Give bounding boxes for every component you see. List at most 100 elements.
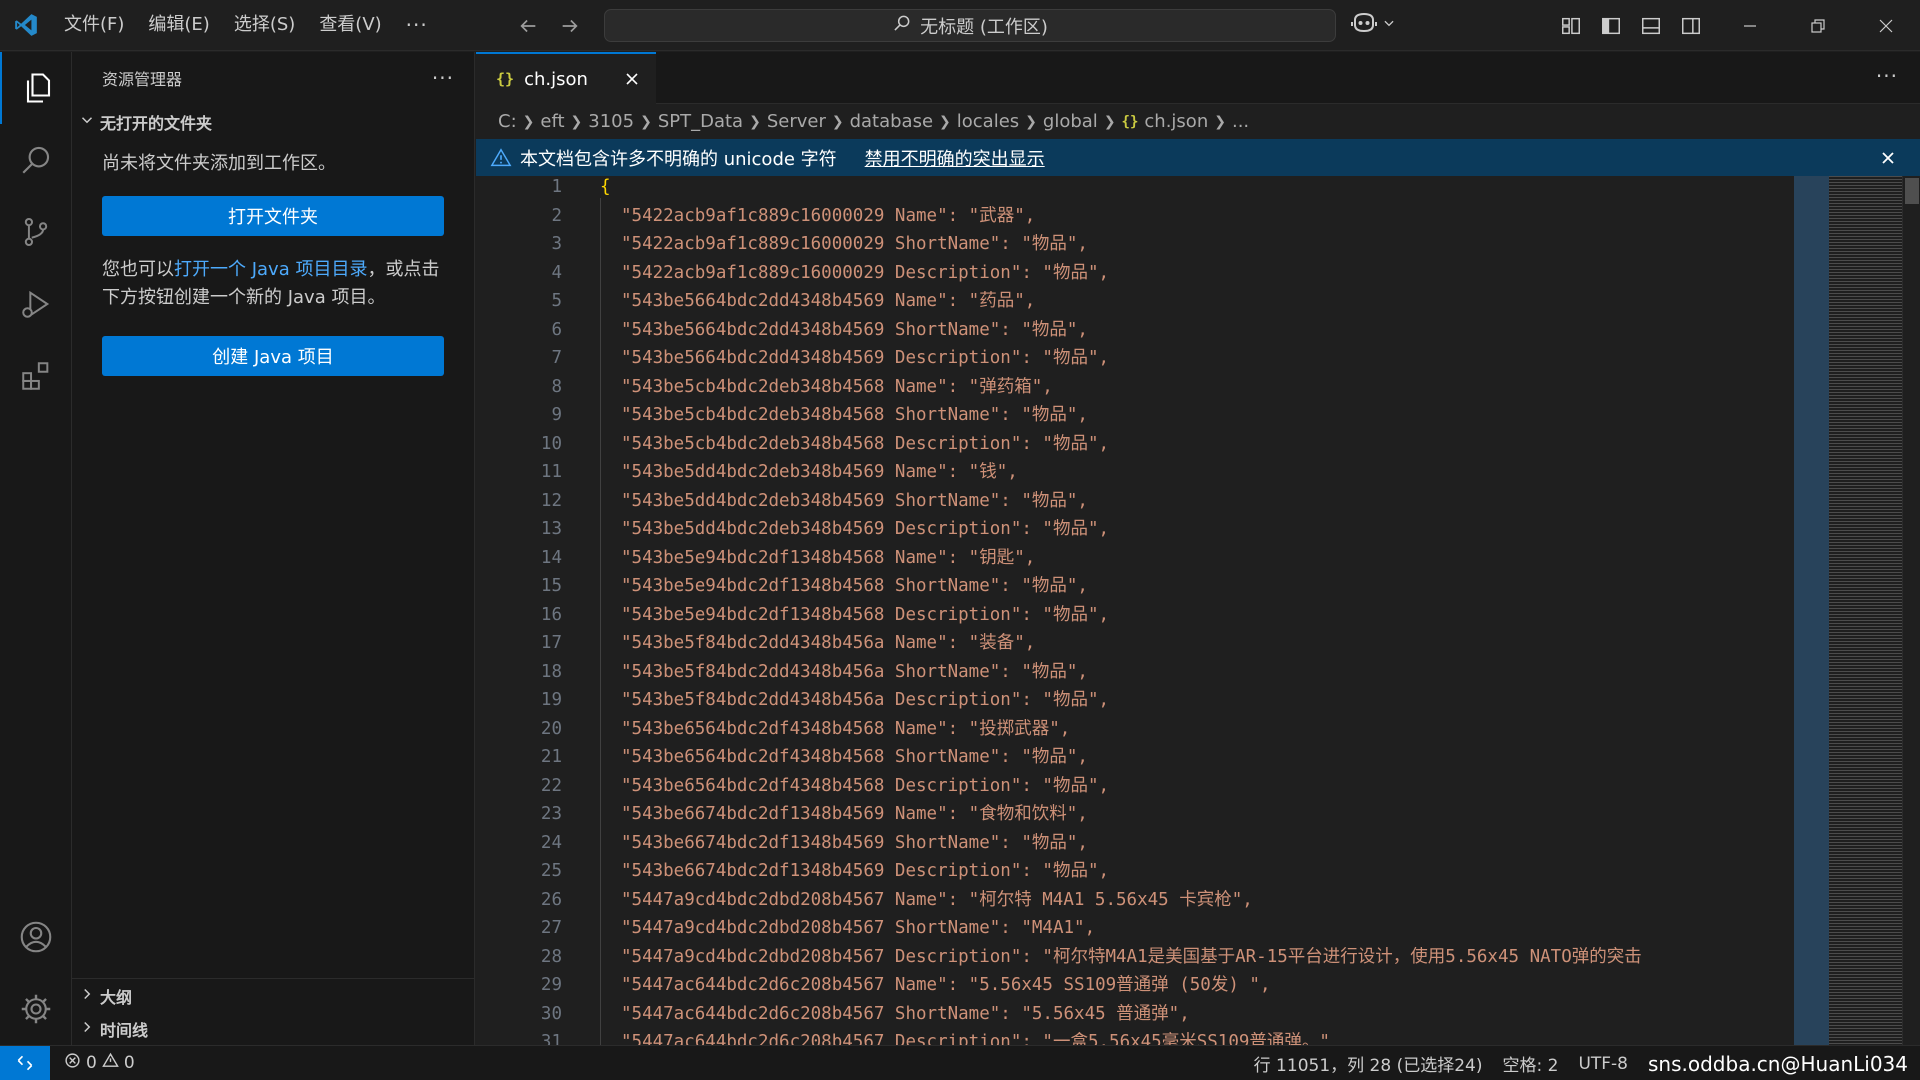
code-line[interactable]: 15 "543be5e94bdc2df1348b4568 ShortName": … [476, 572, 1796, 601]
code-line[interactable]: 3 "5422acb9af1c889c16000029 ShortName": "… [476, 230, 1796, 259]
section-outline[interactable]: 大纲 [72, 979, 474, 1012]
close-icon[interactable] [620, 67, 644, 91]
close-icon[interactable] [1876, 146, 1900, 170]
code-line[interactable]: 28 "5447a9cd4bdc2dbd208b4567 Description"… [476, 943, 1796, 972]
code-text: "5422acb9af1c889c16000029 ShortName": "物… [621, 234, 1088, 254]
menu-view[interactable]: 查看(V) [307, 9, 393, 41]
code-text: "5447a9cd4bdc2dbd208b4567 Description": … [621, 946, 1642, 967]
code-line[interactable]: 11 "543be5dd4bdc2deb348b4569 Name": "钱", [476, 458, 1796, 487]
code-line[interactable]: 14 "543be5e94bdc2df1348b4568 Name": "钥匙", [476, 544, 1796, 573]
breadcrumb-item[interactable]: locales [957, 111, 1019, 132]
breadcrumb-item[interactable]: SPT_Data [658, 111, 743, 132]
toggle-primary-sidebar-icon[interactable] [1598, 13, 1624, 39]
open-java-project-link[interactable]: 打开一个 Java 项目目录 [174, 259, 367, 280]
accounts-icon[interactable] [0, 901, 72, 973]
customize-layout-icon[interactable] [1558, 13, 1584, 39]
open-folder-button[interactable]: 打开文件夹 [102, 196, 444, 236]
line-number: 28 [540, 946, 562, 967]
menu-edit[interactable]: 编辑(E) [136, 9, 221, 41]
indentation[interactable]: 空格: 2 [1502, 1051, 1558, 1076]
restore-icon[interactable] [1784, 0, 1852, 51]
code-line[interactable]: 27 "5447a9cd4bdc2dbd208b4567 ShortName": … [476, 914, 1796, 943]
encoding[interactable]: UTF-8 [1578, 1054, 1628, 1074]
code-line[interactable]: 9 "543be5cb4bdc2deb348b4568 ShortName": "… [476, 401, 1796, 430]
line-number: 15 [540, 576, 562, 596]
code-line[interactable]: 16 "543be5e94bdc2df1348b4568 Description"… [476, 601, 1796, 630]
toggle-panel-icon[interactable] [1638, 13, 1664, 39]
close-window-icon[interactable] [1852, 0, 1920, 51]
breadcrumb-item[interactable]: ch.json [1144, 111, 1208, 132]
remote-indicator-icon[interactable] [0, 1045, 50, 1080]
sidebar-more-button[interactable]: ··· [432, 66, 454, 90]
editor-more-button[interactable]: ··· [1876, 64, 1898, 88]
code-line[interactable]: 17 "543be5f84bdc2dd4348b456a Name": "装备", [476, 629, 1796, 658]
code-line[interactable]: 21 "543be6564bdc2df4348b4568 ShortName": … [476, 743, 1796, 772]
run-debug-icon[interactable] [0, 268, 72, 340]
code-line[interactable]: 31 "5447ac644bdc2d6c208b4567 Description"… [476, 1028, 1796, 1045]
create-java-project-button[interactable]: 创建 Java 项目 [102, 336, 444, 376]
command-center-search[interactable]: 无标题 (工作区) [604, 9, 1336, 42]
code-line[interactable]: 18 "543be5f84bdc2dd4348b456a ShortName": … [476, 658, 1796, 687]
code-editor[interactable]: 1{2 "5422acb9af1c889c16000029 Name": "武器"… [476, 176, 1920, 1045]
breadcrumb-item[interactable]: ... [1232, 111, 1249, 132]
code-line[interactable]: 5 "543be5664bdc2dd4348b4569 Name": "药品", [476, 287, 1796, 316]
code-text: { [600, 177, 611, 197]
breadcrumb-item[interactable]: database [850, 111, 933, 132]
breadcrumb-item[interactable]: 3105 [588, 111, 634, 132]
section-timeline[interactable]: 时间线 [72, 1012, 474, 1045]
source-control-icon[interactable] [0, 196, 72, 268]
line-number: 16 [540, 604, 562, 625]
code-line[interactable]: 26 "5447a9cd4bdc2dbd208b4567 Name": "柯尔特 … [476, 886, 1796, 915]
chevron-right-icon: ❯ [831, 113, 844, 130]
minimap[interactable] [1794, 176, 1902, 1045]
code-line[interactable]: 29 "5447ac644bdc2d6c208b4567 Name": "5.56… [476, 971, 1796, 1000]
manage-gear-icon[interactable] [0, 973, 72, 1045]
code-line[interactable]: 13 "543be5dd4bdc2deb348b4569 Description"… [476, 515, 1796, 544]
menu-selection[interactable]: 选择(S) [222, 9, 307, 41]
code-line[interactable]: 6 "543be5664bdc2dd4348b4569 ShortName": "… [476, 316, 1796, 345]
section-no-folder[interactable]: 无打开的文件夹 [72, 104, 474, 140]
extensions-icon[interactable] [0, 340, 72, 412]
code-line[interactable]: 4 "5422acb9af1c889c16000029 Description":… [476, 259, 1796, 288]
code-line[interactable]: 24 "543be6674bdc2df1348b4569 ShortName": … [476, 829, 1796, 858]
breadcrumb-item[interactable]: global [1043, 111, 1098, 132]
toggle-secondary-sidebar-icon[interactable] [1678, 13, 1704, 39]
layout-controls [1558, 0, 1704, 51]
code-line[interactable]: 20 "543be6564bdc2df4348b4568 Name": "投掷武器… [476, 715, 1796, 744]
code-line[interactable]: 30 "5447ac644bdc2d6c208b4567 ShortName": … [476, 1000, 1796, 1029]
disable-highlight-link[interactable]: 禁用不明确的突出显示 [865, 145, 1045, 171]
search-view-icon[interactable] [0, 124, 72, 196]
menu-file[interactable]: 文件(F) [52, 9, 136, 41]
code-line[interactable]: 10 "543be5cb4bdc2deb348b4568 Description"… [476, 430, 1796, 459]
explorer-icon[interactable] [0, 52, 72, 124]
sidebar-header: 资源管理器 ··· [72, 52, 474, 104]
cursor-position[interactable]: 行 11051，列 28 (已选择24) [1254, 1051, 1483, 1076]
vertical-scrollbar[interactable] [1902, 176, 1920, 1045]
menu-more-button[interactable]: ··· [394, 9, 440, 41]
line-number: 14 [540, 547, 562, 568]
code-line[interactable]: 19 "543be5f84bdc2dd4348b456a Description"… [476, 686, 1796, 715]
code-text: "5447ac644bdc2d6c208b4567 ShortName": "5… [621, 1003, 1190, 1024]
code-line[interactable]: 1{ [476, 176, 1796, 202]
breadcrumb-item[interactable]: C: [498, 111, 517, 132]
copilot-menu-button[interactable] [1350, 10, 1396, 40]
line-number: 19 [540, 690, 562, 710]
code-line[interactable]: 23 "543be6674bdc2df1348b4569 Name": "食物和饮… [476, 800, 1796, 829]
minimize-icon[interactable] [1716, 0, 1784, 51]
code-line[interactable]: 2 "5422acb9af1c889c16000029 Name": "武器", [476, 202, 1796, 231]
back-arrow-icon[interactable] [515, 13, 541, 39]
breadcrumb-item[interactable]: eft [540, 111, 564, 132]
breadcrumb-item[interactable]: Server [767, 111, 826, 132]
code-line[interactable]: 8 "543be5cb4bdc2deb348b4568 Name": "弹药箱", [476, 373, 1796, 402]
scrollbar-thumb[interactable] [1905, 178, 1919, 204]
forward-arrow-icon[interactable] [557, 13, 583, 39]
tab-ch-json[interactable]: {} ch.json [476, 52, 656, 104]
code-line[interactable]: 25 "543be6674bdc2df1348b4569 Description"… [476, 857, 1796, 886]
code-line[interactable]: 22 "543be6564bdc2df4348b4568 Description"… [476, 772, 1796, 801]
chevron-right-icon: ❯ [749, 113, 761, 130]
code-line[interactable]: 12 "543be5dd4bdc2deb348b4569 ShortName": … [476, 487, 1796, 516]
minimap-slider[interactable] [1794, 176, 1829, 1045]
problems-indicator[interactable]: 0 0 [50, 1052, 135, 1074]
line-number: 24 [540, 832, 562, 853]
code-line[interactable]: 7 "543be5664bdc2dd4348b4569 Description":… [476, 344, 1796, 373]
